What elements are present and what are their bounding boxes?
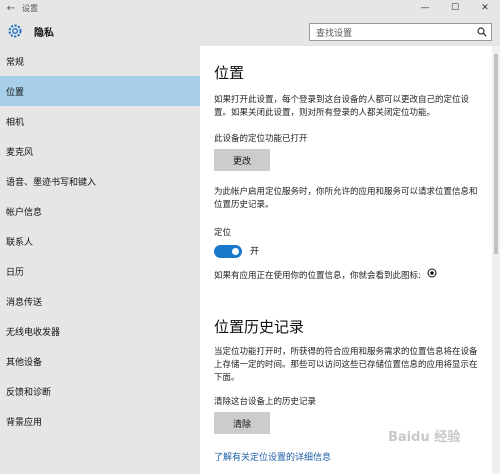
sidebar-item-contacts[interactable]: 联系人: [0, 226, 200, 256]
search-placeholder: 查找设置: [316, 28, 353, 39]
page-title: 隐私: [34, 27, 54, 39]
title-bar: ← 设置 — ☐ ✕: [0, 0, 500, 16]
scrollbar[interactable]: [492, 46, 500, 474]
back-icon[interactable]: ←: [0, 3, 22, 14]
gear-icon: [0, 16, 30, 46]
location-in-use-text: 如果有应用正在使用你的位置信息，你就会看到此图标:: [214, 268, 484, 283]
search-input[interactable]: 查找设置: [309, 23, 492, 41]
sidebar: 常规 位置 相机 麦克风 语音、墨迹书写和键入 帐户信息 联系人 日历 消息传送…: [0, 46, 200, 474]
close-icon[interactable]: ✕: [470, 0, 500, 16]
location-in-use-icon: [427, 268, 437, 283]
minimize-icon[interactable]: —: [410, 0, 440, 16]
sidebar-item-background-apps[interactable]: 背景应用: [0, 406, 200, 436]
sidebar-item-other-devices[interactable]: 其他设备: [0, 346, 200, 376]
section-title-location: 位置: [214, 64, 245, 82]
toggle-knob: [232, 248, 239, 255]
location-description: 如果打开此设置，每个登录到这台设备的人都可以更改自己的定位设置。如果关闭此设置，…: [214, 95, 470, 118]
toggle-state-label: 开: [250, 247, 260, 257]
location-in-use-label: 如果有应用正在使用你的位置信息，你就会看到此图标:: [214, 271, 421, 281]
section-title-location-history: 位置历史记录: [214, 318, 305, 336]
sidebar-item-messaging[interactable]: 消息传送: [0, 286, 200, 316]
sidebar-item-location[interactable]: 位置: [0, 76, 200, 106]
sidebar-item-speech-inking-typing[interactable]: 语音、墨迹书写和键入: [0, 166, 200, 196]
scrollbar-thumb[interactable]: [494, 54, 498, 254]
clear-button[interactable]: 清除: [214, 412, 270, 434]
device-location-status: 此设备的定位功能已打开: [214, 134, 308, 144]
maximize-icon[interactable]: ☐: [440, 0, 470, 16]
sidebar-item-radios[interactable]: 无线电收发器: [0, 316, 200, 346]
location-toggle[interactable]: [214, 245, 242, 258]
clear-history-label: 清除这台设备上的历史记录: [214, 397, 317, 407]
change-button[interactable]: 更改: [214, 149, 270, 171]
location-history-description: 当定位功能打开时，所获得的符合应用和服务需求的位置信息将在设备上存储一定的时间。…: [214, 347, 478, 383]
sidebar-item-camera[interactable]: 相机: [0, 106, 200, 136]
search-icon[interactable]: [473, 27, 491, 37]
sidebar-item-calendar[interactable]: 日历: [0, 256, 200, 286]
watermark: Baidu 经验: [388, 430, 461, 445]
location-toggle-label: 定位: [214, 228, 232, 238]
sidebar-item-microphone[interactable]: 麦克风: [0, 136, 200, 166]
sidebar-item-feedback[interactable]: 反馈和诊断: [0, 376, 200, 406]
sidebar-item-general[interactable]: 常规: [0, 46, 200, 76]
window-title: 设置: [22, 3, 38, 13]
settings-header: 隐私 查找设置: [0, 16, 500, 46]
sidebar-item-account-info[interactable]: 帐户信息: [0, 196, 200, 226]
account-location-description: 为此帐户启用定位服务时，你所允许的应用和服务可以请求位置信息和位置历史记录。: [214, 187, 478, 210]
learn-more-link[interactable]: 了解有关定位设置的详细信息: [214, 450, 331, 463]
